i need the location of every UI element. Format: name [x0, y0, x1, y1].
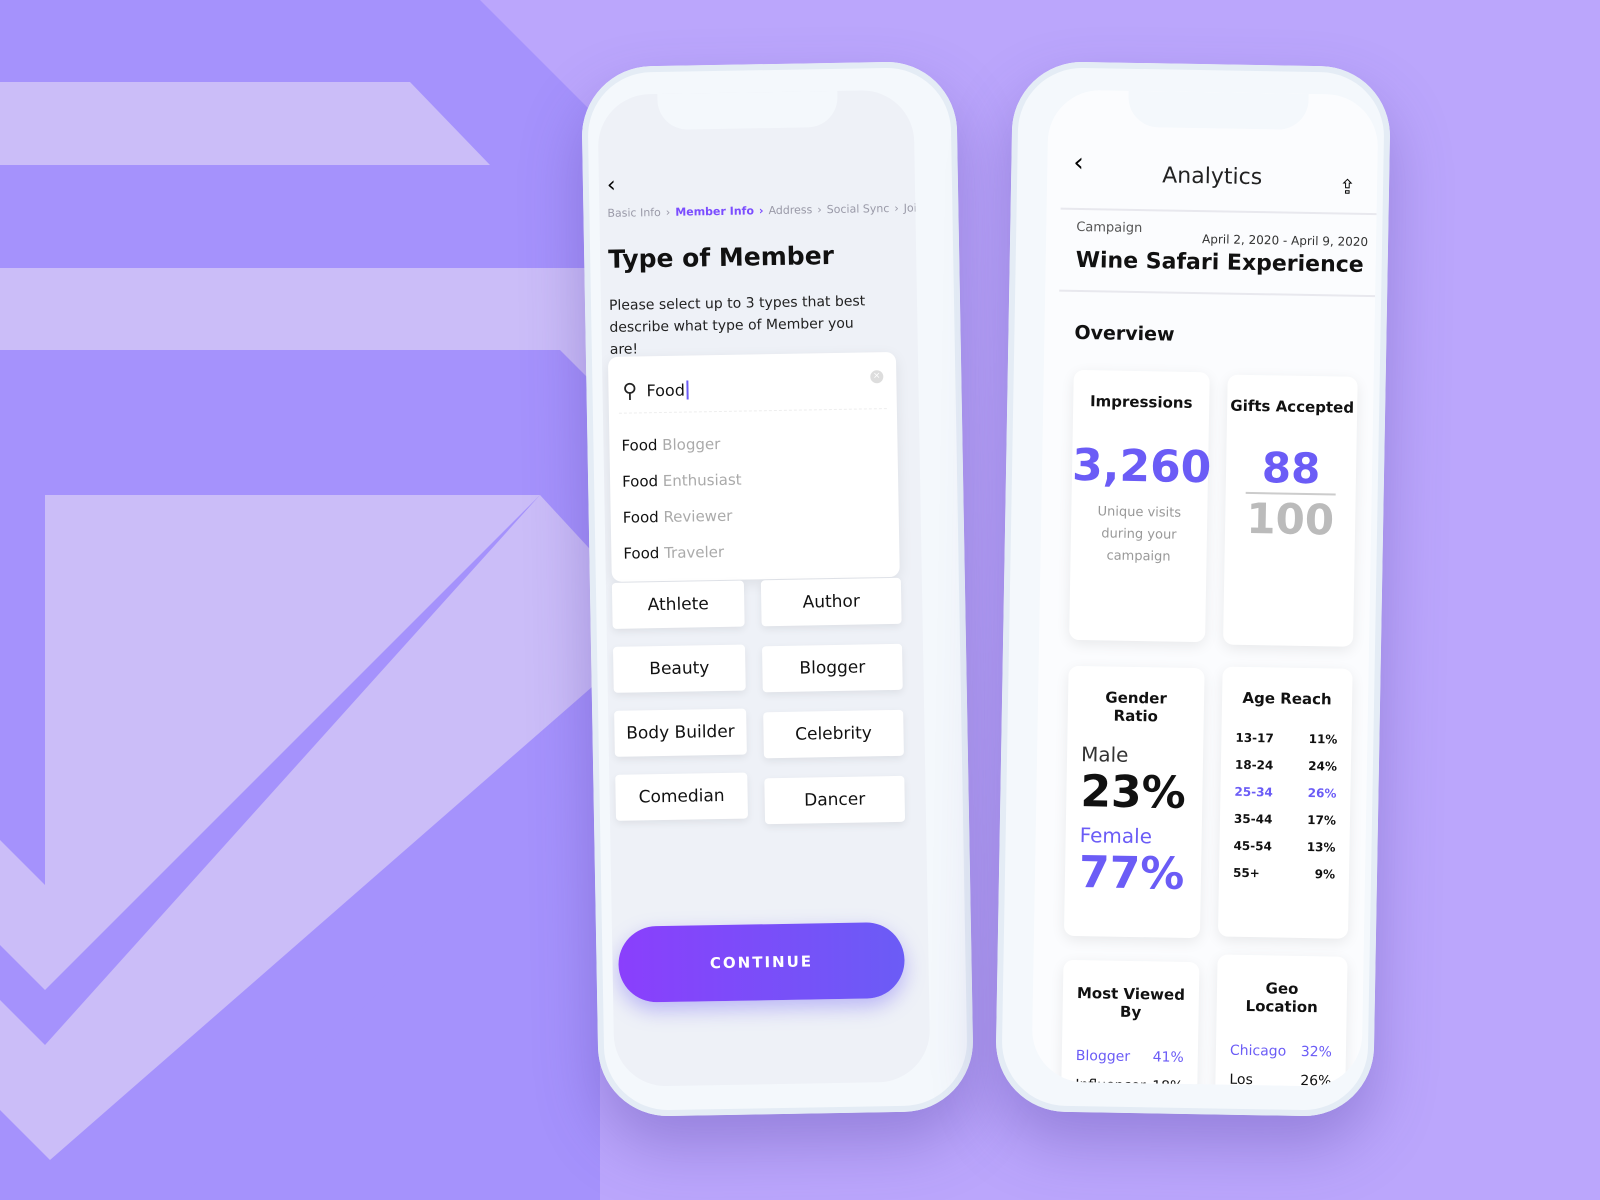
search-icon: ⚲	[622, 378, 638, 403]
most-viewed-card[interactable]: Most Viewed By Blogger 41% Influencer 18%	[1060, 959, 1200, 1088]
age-pct: 26%	[1307, 786, 1337, 801]
type-chip-athlete[interactable]: Athlete	[611, 580, 745, 629]
age-pct: 17%	[1307, 813, 1337, 828]
age-row: 55+ 9%	[1233, 866, 1335, 882]
type-chip-blogger[interactable]: Blogger	[761, 643, 903, 693]
signup-screen: ‹ Basic Info › Member Info › Address › Soci…	[597, 89, 931, 1087]
search-dropdown: ⚲ Food × Food Blogger Food Enthusiast Fo…	[607, 351, 900, 582]
gender-card[interactable]: Gender Ratio Male 23% Female 77%	[1063, 665, 1205, 939]
gifts-card[interactable]: Gifts Accepted 88 100	[1223, 374, 1358, 647]
age-range: 18-24	[1234, 757, 1274, 773]
clear-icon[interactable]: ×	[870, 370, 884, 384]
suggestion-item[interactable]: Food Blogger	[621, 435, 720, 455]
female-value: 77%	[1078, 847, 1185, 900]
type-chip-comedian[interactable]: Comedian	[615, 772, 749, 821]
male-label: Male	[1080, 742, 1129, 767]
age-range: 45-54	[1233, 838, 1273, 854]
age-range: 35-44	[1233, 811, 1273, 827]
age-pct: 13%	[1306, 840, 1336, 855]
notch	[1128, 90, 1309, 130]
analytics-screen: ‹ Analytics ⇪ Campaign April 2, 2020 - A…	[1031, 89, 1379, 1088]
gifts-accepted: 88	[1245, 442, 1337, 496]
geo-card[interactable]: Geo Location Chicago32% Los Angeles26%	[1214, 954, 1348, 1088]
age-pct: 11%	[1308, 732, 1338, 747]
breadcrumb-basic-info[interactable]: Basic Info	[607, 206, 661, 220]
suggestion-item[interactable]: Food Traveler	[623, 543, 724, 563]
geo-title: Geo Location	[1245, 979, 1318, 1017]
age-row: 45-54 13%	[1233, 839, 1335, 855]
age-range: 55+	[1232, 865, 1260, 881]
description: Please select up to 3 types that best de…	[608, 293, 866, 358]
impressions-card[interactable]: Impressions 3,260 Unique visits during y…	[1069, 369, 1212, 643]
gender-title: Gender Ratio	[1105, 688, 1167, 726]
breadcrumb-member-info[interactable]: Member Info	[675, 204, 754, 218]
campaign-name: Wine Safari Experience	[1075, 247, 1364, 278]
breadcrumb-address[interactable]: Address	[768, 203, 812, 217]
type-chip-dancer[interactable]: Dancer	[764, 775, 906, 825]
age-row: 35-44 17%	[1234, 812, 1336, 828]
share-icon[interactable]: ⇪	[1339, 174, 1356, 198]
impressions-title: Impressions	[1089, 392, 1193, 412]
date-range: April 2, 2020 - April 9, 2020	[1201, 232, 1369, 250]
age-pct: 24%	[1308, 759, 1338, 774]
age-pct: 9%	[1314, 867, 1336, 882]
gifts-total: 100	[1245, 493, 1335, 545]
age-range: 25-34	[1234, 784, 1273, 800]
campaign-label: Campaign	[1076, 219, 1143, 237]
type-chip-celebrity[interactable]: Celebrity	[763, 709, 904, 759]
gifts-title: Gifts Accepted	[1230, 396, 1355, 417]
male-value: 23%	[1080, 766, 1187, 819]
age-range: 13-17	[1235, 730, 1274, 746]
suggestion-item[interactable]: Food Reviewer	[623, 507, 733, 527]
age-title: Age Reach	[1242, 688, 1332, 709]
notch	[657, 90, 838, 131]
signup-phone: ‹ Basic Info › Member Info › Address › Soci…	[580, 60, 975, 1118]
type-chip-author[interactable]: Author	[760, 577, 902, 627]
age-row: 18-24 24%	[1235, 758, 1337, 774]
suggestion-item[interactable]: Food Enthusiast	[622, 471, 742, 491]
breadcrumb-join[interactable]: Join	[904, 201, 924, 214]
page-title: Type of Member	[607, 240, 835, 274]
female-label: Female	[1079, 823, 1153, 849]
search-input[interactable]: Food	[646, 380, 690, 401]
analytics-phone: ‹ Analytics ⇪ Campaign April 2, 2020 - A…	[994, 60, 1392, 1118]
age-row: 13-17 11%	[1235, 731, 1337, 747]
header-title: Analytics	[1162, 163, 1263, 191]
breadcrumb-social-sync[interactable]: Social Sync	[827, 202, 890, 216]
type-chip-body-builder[interactable]: Body Builder	[614, 708, 747, 757]
type-chip-beauty[interactable]: Beauty	[612, 644, 746, 693]
age-row: 25-34 26%	[1234, 785, 1336, 801]
continue-button[interactable]: CONTINUE	[617, 921, 906, 1003]
overview-heading: Overview	[1074, 321, 1175, 346]
age-card[interactable]: Age Reach 13-17 11% 18-24 24% 25-34 26% 35-44 1…	[1217, 666, 1353, 939]
breadcrumb: Basic Info › Member Info › Address › Social…	[607, 201, 924, 220]
back-button[interactable]: ‹	[607, 173, 616, 198]
most-viewed-title: Most Viewed By	[1076, 984, 1186, 1022]
impressions-caption: Unique visits during your campaign	[1097, 504, 1182, 565]
impressions-value: 3,260	[1071, 439, 1212, 494]
